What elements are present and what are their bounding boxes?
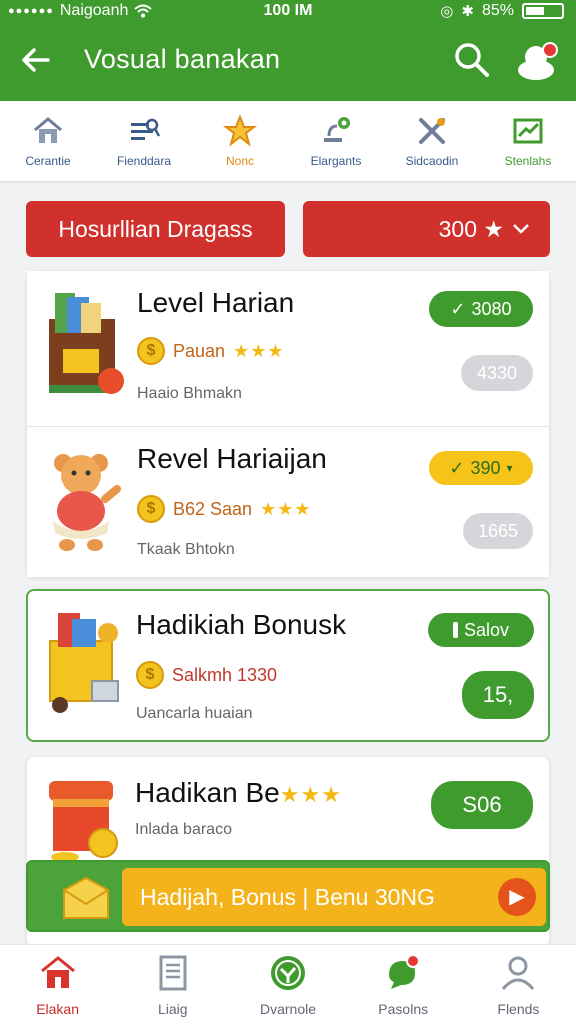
tab-star[interactable]: Nonc (192, 101, 288, 181)
nav-label: Pasolns (378, 1000, 429, 1017)
teddy-bear-icon (53, 454, 121, 551)
reward-subtitle: Uancarla huaian (136, 705, 253, 722)
chat-icon (389, 953, 421, 989)
chevron-down-icon (513, 224, 529, 234)
envelope-icon (63, 876, 109, 919)
count-badge[interactable]: 15, (462, 671, 534, 719)
nav-label: Liaig (158, 1000, 188, 1017)
points-dropdown[interactable]: 300 ★ (303, 201, 550, 257)
gift-box-icon (49, 293, 124, 394)
chevron-down-icon: ▾ (506, 461, 513, 475)
tab-home[interactable]: Cerantie (0, 101, 96, 181)
category-tabs: Cerantie Fienddara Nonc Elargants Sidcao… (0, 101, 576, 181)
arrow-right-icon: ▶ (498, 878, 536, 916)
nav-label: Dvarnole (259, 1000, 317, 1017)
reward-info: $ Pauan ★★★ (137, 337, 284, 365)
status-bar: ●●●●●● Naigoanh 100 IM ◎ ✱ 85% (0, 0, 576, 26)
reward-list: Level Harian $ Pauan ★★★ Haaio Bhmakn ✓ … (27, 271, 549, 577)
location-icon: ◎ (440, 3, 454, 20)
filter-row: Hosurllian Dragass 300 ★ (26, 201, 550, 257)
reward-info: $ B62 Saan ★★★ (137, 495, 312, 523)
document-icon (159, 955, 187, 990)
battery-icon (522, 3, 564, 19)
tab-label: Sidcaodin (405, 154, 459, 168)
reward-title-text: Hadikan Be (135, 777, 280, 808)
badge-label: 390 (470, 457, 501, 478)
promo-button[interactable]: Hadijah, Bonus | Benu 30NG ▶ (122, 868, 546, 926)
stars-rating: ★★★ (260, 498, 312, 519)
points-label: 300 ★ (438, 215, 504, 242)
tab-label: Stenlahs (504, 154, 552, 168)
promo-label: Hadijah, Bonus | Benu 30NG (140, 883, 435, 910)
home-icon (34, 117, 62, 143)
reward-text: B62 Saan (173, 498, 253, 519)
claim-badge[interactable]: ✓ 3080 (429, 291, 533, 327)
tab-label: Nonc (225, 154, 254, 168)
app-header: ●●●●●● Naigoanh 100 IM ◎ ✱ 85% Vosual ba… (0, 0, 576, 101)
cart-gift-icon (49, 613, 119, 713)
search-icon[interactable] (452, 40, 492, 80)
toggle-dot-icon (452, 622, 458, 638)
wrench-icon (419, 118, 445, 144)
tab-lamp[interactable]: Elargants (288, 101, 384, 181)
nav-badge[interactable]: Dvarnole (230, 945, 345, 1024)
page-title: Vosual banakan (84, 44, 281, 74)
battery-percent: 85% (481, 2, 514, 19)
reward-title: Hadikan Be★★★ (135, 777, 342, 809)
tab-label: Fienddara (116, 154, 172, 168)
tab-wrench[interactable]: Sidcaodin (384, 101, 480, 181)
reward-subtitle: Tkaak Bhtokn (137, 541, 235, 558)
star-icon (223, 114, 257, 147)
badge-label: Salov (463, 619, 510, 640)
bluetooth-icon: ✱ (461, 3, 474, 20)
home-icon (40, 955, 75, 988)
person-icon (502, 956, 535, 990)
notification-dot (542, 42, 558, 58)
coin-icon: $ (137, 337, 165, 365)
stars-rating: ★★★ (233, 340, 285, 361)
reward-title: Revel Hariaijan (137, 443, 327, 474)
reward-text: Pauan (173, 340, 226, 361)
nav-label: Flends (497, 1000, 540, 1017)
promo-banner[interactable]: Hadijah, Bonus | Benu 30NG ▶ (26, 860, 550, 932)
nav-label: Elakan (36, 1000, 79, 1017)
badge-label: 3080 (471, 298, 512, 319)
filter-button[interactable]: Hosurllian Dragass (26, 201, 285, 257)
reward-text: Salkmh 1330 (172, 664, 278, 685)
reward-card[interactable]: Level Harian $ Pauan ★★★ Haaio Bhmakn ✓ … (27, 271, 549, 427)
coin-icon: $ (137, 495, 165, 523)
reward-info: $ Salkmh 1330 (136, 661, 277, 689)
reward-card-highlighted[interactable]: Hadikiah Bonusk $ Salkmh 1330 Uancarla h… (26, 589, 550, 742)
claim-badge[interactable]: ✓ 390 ▾ (429, 451, 533, 485)
reward-card[interactable]: Revel Hariaijan $ B62 Saan ★★★ Tkaak Bht… (27, 427, 549, 577)
check-icon: ✓ (449, 457, 465, 478)
profile-button[interactable] (514, 40, 558, 84)
stars-rating: ★★★ (279, 782, 342, 807)
status-badge[interactable]: Salov (428, 613, 534, 647)
coin-icon: $ (136, 661, 164, 689)
lamp-icon (324, 117, 350, 142)
nav-document[interactable]: Liaig (115, 945, 230, 1024)
nav-chat[interactable]: Pasolns (346, 945, 461, 1024)
tab-label: Elargants (310, 154, 362, 168)
badge-icon (271, 955, 305, 990)
title-bar: Vosual banakan (0, 30, 576, 90)
tab-label: Cerantie (25, 154, 71, 168)
reward-subtitle: Haaio Bhmakn (137, 385, 242, 402)
reward-title: Level Harian (137, 287, 295, 318)
back-arrow-icon[interactable] (16, 40, 56, 80)
tab-tools[interactable]: Fienddara (96, 101, 192, 181)
bottom-nav: Elakan Liaig Dvarnole Pasolns Flends (0, 944, 576, 1024)
nav-profile[interactable]: Flends (461, 945, 576, 1024)
nav-home[interactable]: Elakan (0, 945, 115, 1024)
tab-stats[interactable]: Stenlahs (480, 101, 576, 181)
chart-icon (513, 118, 543, 144)
progress-badge: 1665 (463, 513, 533, 549)
reward-subtitle: Inlada baraco (135, 821, 232, 838)
tools-icon (131, 118, 161, 140)
claim-badge[interactable]: S06 (431, 781, 533, 829)
check-icon: ✓ (450, 298, 466, 319)
reward-title: Hadikiah Bonusk (136, 609, 347, 640)
progress-badge: 4330 (461, 355, 533, 391)
